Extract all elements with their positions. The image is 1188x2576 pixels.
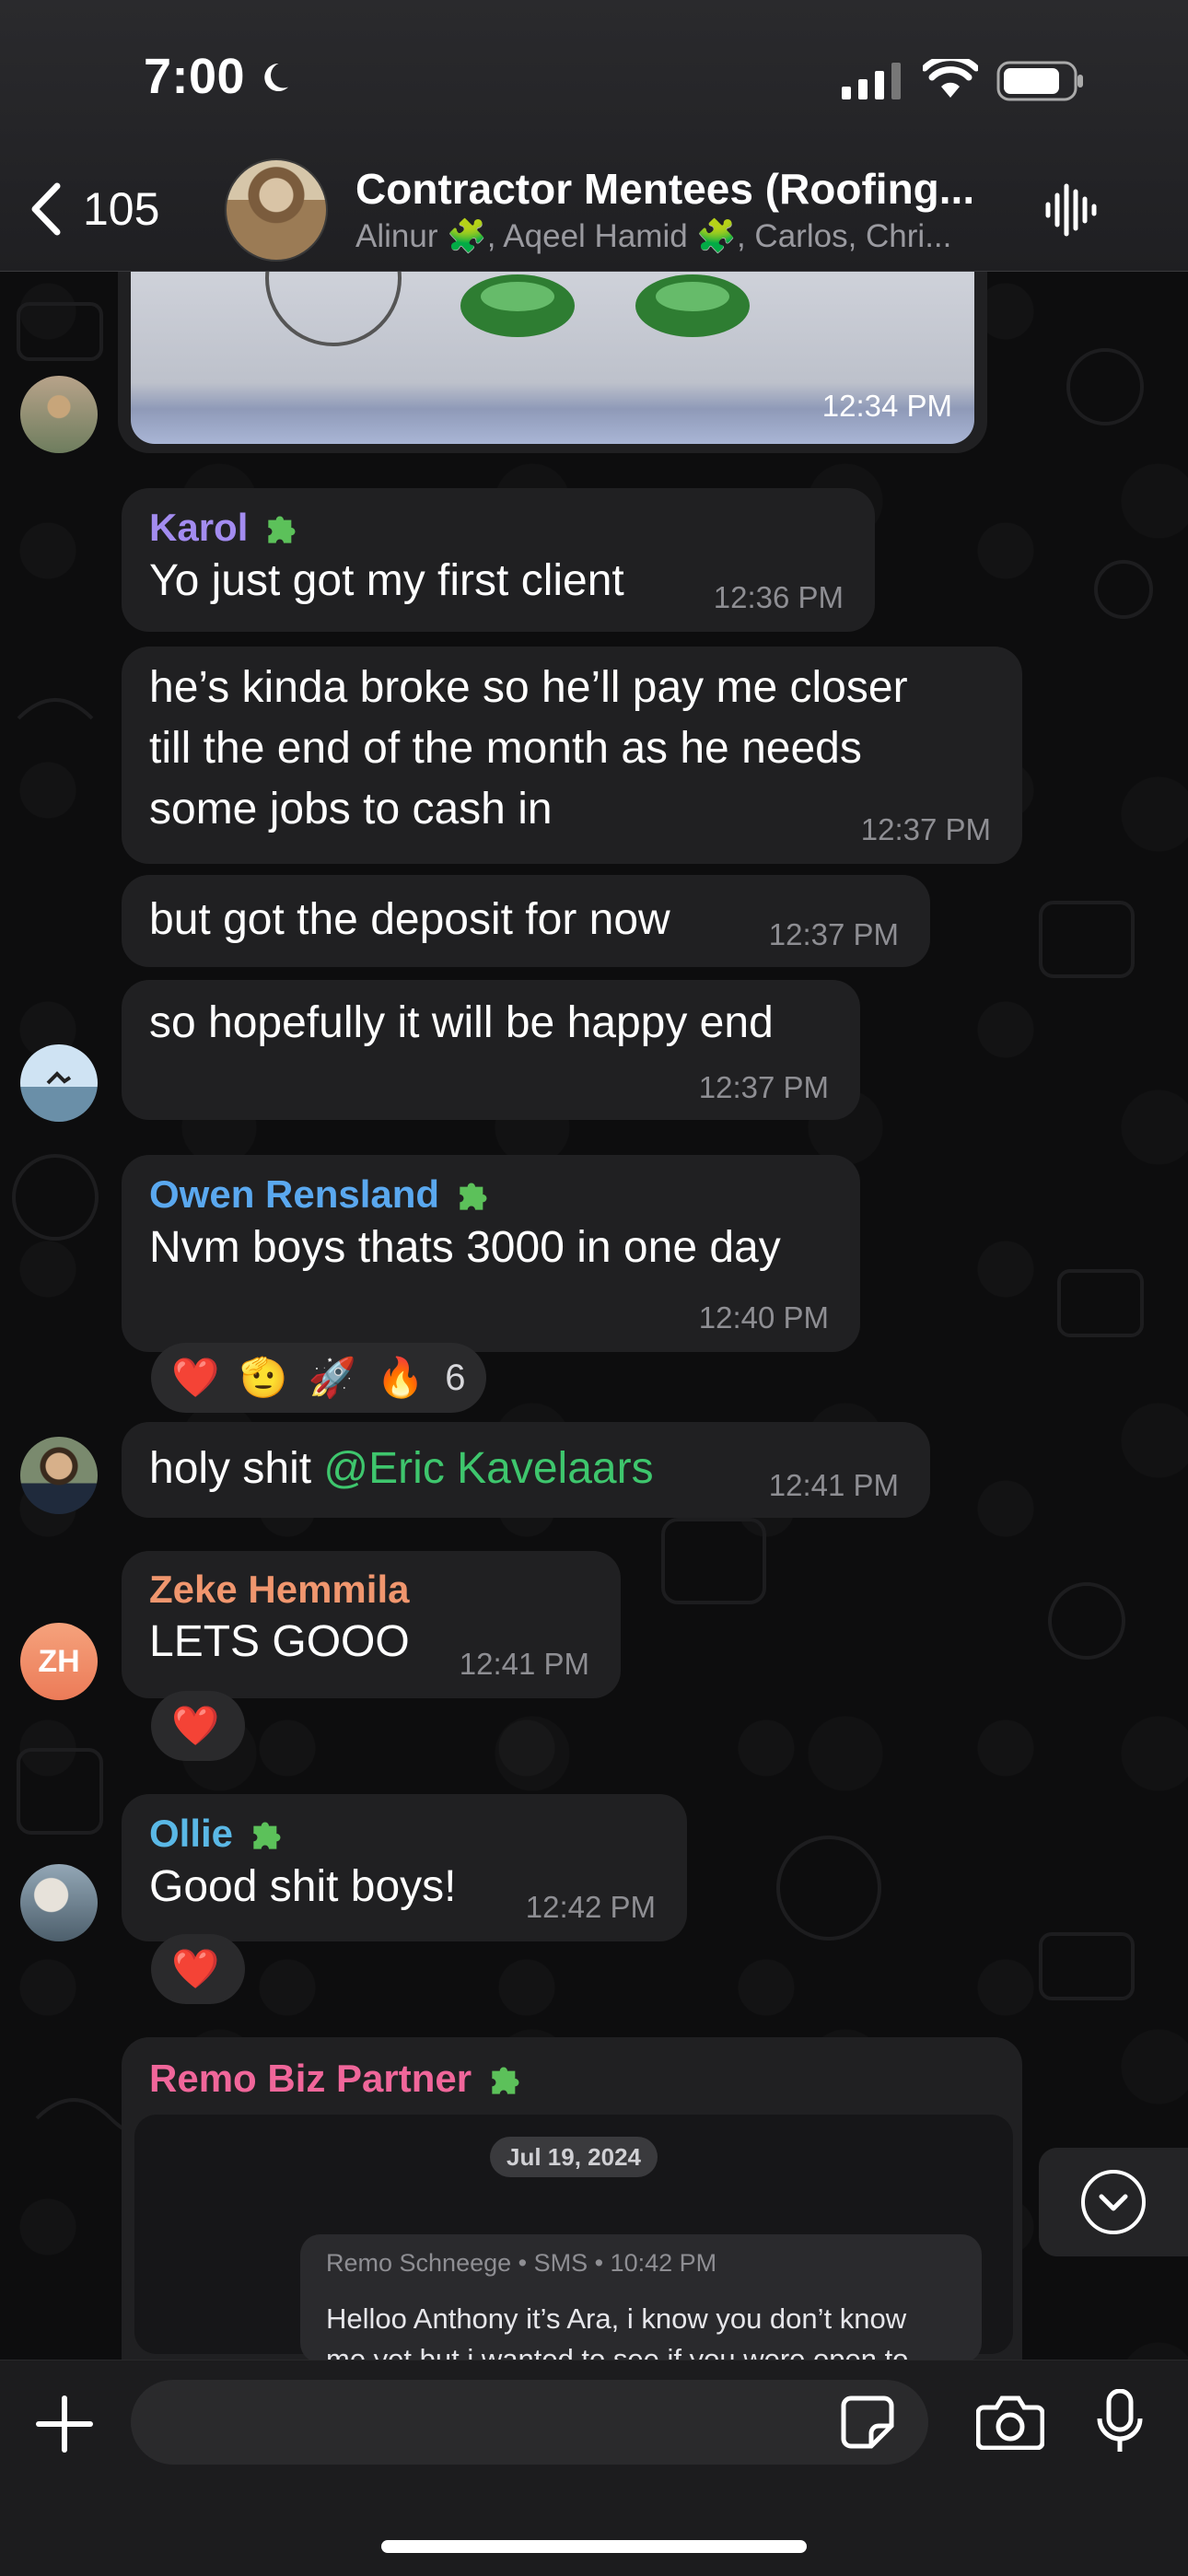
group-avatar[interactable] xyxy=(225,158,328,262)
cellular-signal-icon xyxy=(842,63,901,99)
camera-icon[interactable] xyxy=(976,2395,1044,2450)
timestamp: 12:41 PM xyxy=(459,1647,589,1681)
reaction-heart[interactable]: ❤️ xyxy=(171,1356,219,1401)
sms-text: Helloo Anthony it’s Ara, i know you don’… xyxy=(326,2302,907,2335)
chevron-left-icon xyxy=(31,182,61,236)
sender-name-row: Ollie xyxy=(149,1794,659,1857)
message-bubble[interactable]: Ollie Good shit boys! 12:42 PM xyxy=(122,1794,687,1941)
puzzle-icon xyxy=(460,1183,487,1210)
message-bubble[interactable]: holy shit @Eric Kavelaars 12:41 PM xyxy=(122,1422,930,1518)
timestamp: 12:37 PM xyxy=(768,917,899,951)
sender-name[interactable]: Karol xyxy=(149,506,248,550)
reaction-bar[interactable]: ❤️ 🫡 🚀 🔥 6 xyxy=(151,1343,486,1413)
message-text: Nvm boys thats 3000 in one day xyxy=(149,1223,781,1272)
message-bubble[interactable]: so hopefully it will be happy end 12:37 … xyxy=(122,980,860,1120)
reaction-bar[interactable]: ❤️ xyxy=(151,1691,245,1761)
scroll-to-bottom-button[interactable] xyxy=(1039,2148,1188,2256)
wifi-icon xyxy=(923,59,978,98)
avatar[interactable] xyxy=(20,376,98,453)
attach-plus-icon[interactable] xyxy=(35,2395,94,2454)
avatar[interactable] xyxy=(20,1437,98,1514)
message-input[interactable] xyxy=(131,2380,928,2465)
reaction-rocket[interactable]: 🚀 xyxy=(309,1356,356,1401)
status-time: 7:00 xyxy=(144,49,246,104)
reaction-count: 6 xyxy=(445,1357,466,1398)
timestamp: 12:37 PM xyxy=(860,812,991,846)
mention-link[interactable]: @Eric Kavelaars xyxy=(323,1444,653,1493)
reaction-heart[interactable]: ❤️ xyxy=(171,1947,219,1992)
chat-title[interactable]: Contractor Mentees (Roofing... xyxy=(355,164,974,214)
home-indicator xyxy=(381,2540,807,2553)
reaction-bar[interactable]: ❤️ xyxy=(151,1934,245,2004)
message-bubble[interactable]: Karol Yo just got my first client 12:36 … xyxy=(122,488,875,632)
sender-name[interactable]: Ollie xyxy=(149,1812,233,1856)
sender-name[interactable]: Owen Rensland xyxy=(149,1172,439,1217)
timestamp: 12:37 PM xyxy=(698,1070,829,1104)
battery-icon xyxy=(996,61,1083,101)
status-bar: 7:00 xyxy=(0,0,1188,157)
unread-count: 105 xyxy=(83,183,160,235)
reaction-salute[interactable]: 🫡 xyxy=(239,1356,287,1401)
sender-name[interactable]: Remo Biz Partner xyxy=(149,2057,472,2101)
message-text: so hopefully it will be happy end xyxy=(149,998,774,1047)
message-text-line: he’s kinda broke so he’ll pay me closer xyxy=(149,663,908,712)
sender-name-row: Remo Biz Partner xyxy=(149,2037,995,2102)
avatar[interactable] xyxy=(20,1864,98,1941)
puzzle-icon xyxy=(253,1822,281,1849)
sticker-icon[interactable] xyxy=(838,2393,897,2452)
message-text-line: till the end of the month as he needs xyxy=(149,724,862,773)
message-bubble[interactable]: Owen Rensland Nvm boys thats 3000 in one… xyxy=(122,1155,860,1352)
timestamp: 12:36 PM xyxy=(713,580,844,614)
timestamp: 12:42 PM xyxy=(525,1890,656,1924)
puzzle-icon xyxy=(268,516,296,543)
sender-name-row: Zeke Hemmila xyxy=(149,1551,593,1612)
avatar-photo xyxy=(46,1071,72,1085)
moon-icon xyxy=(264,63,288,91)
avatar[interactable] xyxy=(20,1044,98,1122)
message-bubble[interactable]: he’s kinda broke so he’ll pay me closer … xyxy=(122,647,1022,864)
back-button[interactable]: 105 xyxy=(28,181,159,238)
sender-name-row: Owen Rensland xyxy=(149,1155,833,1218)
sms-meta: Remo Schneege • SMS • 10:42 PM xyxy=(326,2249,717,2277)
reaction-fire[interactable]: 🔥 xyxy=(377,1356,425,1401)
reaction-heart[interactable]: ❤️ xyxy=(171,1704,219,1749)
chevron-down-circle-icon xyxy=(1081,2170,1146,2234)
voice-chat-icon[interactable] xyxy=(1042,181,1101,239)
timestamp: 12:34 PM xyxy=(821,389,952,423)
message-bubble[interactable]: Zeke Hemmila LETS GOOO 12:41 PM xyxy=(122,1551,621,1698)
date-pill: Jul 19, 2024 xyxy=(490,2137,658,2177)
puzzle-icon xyxy=(492,2067,519,2094)
microphone-icon[interactable] xyxy=(1096,2389,1144,2455)
avatar-initials[interactable]: ZH xyxy=(20,1623,98,1700)
photo-attachment[interactable]: 12:34 PM xyxy=(131,269,974,444)
timestamp: 12:41 PM xyxy=(768,1468,899,1502)
sender-name-row: Karol xyxy=(149,488,847,551)
message-text-prefix: holy shit xyxy=(149,1444,324,1493)
chat-header: 7:00 105 Contractor Mentees (Roofing... … xyxy=(0,0,1188,272)
timestamp: 12:40 PM xyxy=(698,1300,829,1335)
message-bubble[interactable]: but got the deposit for now 12:37 PM xyxy=(122,875,930,967)
chat-members[interactable]: Alinur 🧩, Aqeel Hamid 🧩, Carlos, Chri... xyxy=(355,217,951,255)
sender-name[interactable]: Zeke Hemmila xyxy=(149,1568,409,1612)
